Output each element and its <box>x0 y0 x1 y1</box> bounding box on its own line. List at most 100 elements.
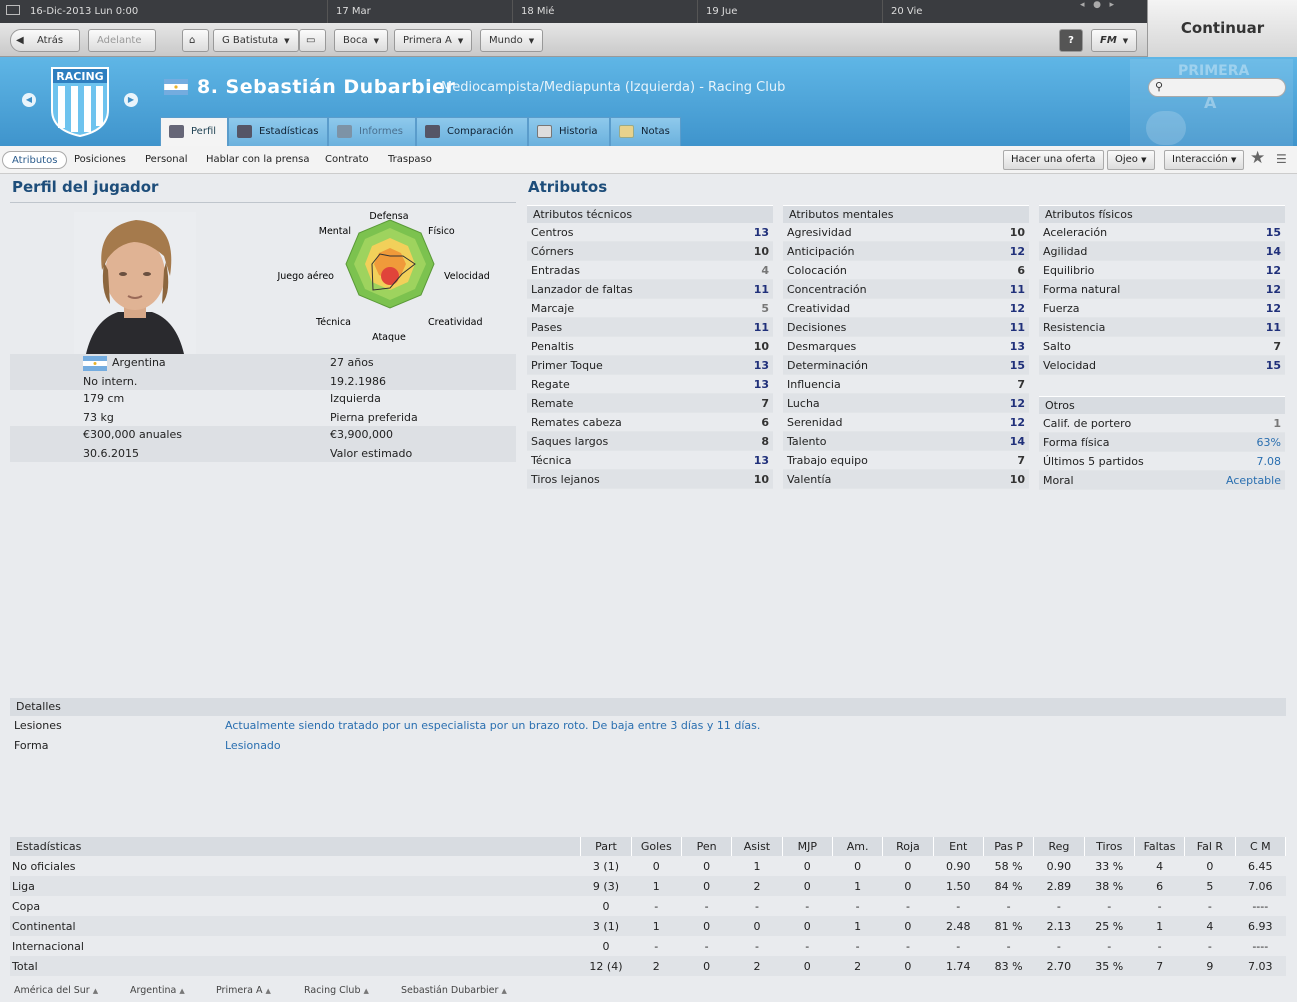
attribute-row[interactable]: Remates cabeza 6 <box>527 413 773 432</box>
stats-column-header[interactable]: C M <box>1235 837 1287 856</box>
attribute-row[interactable]: Primer Toque 13 <box>527 356 773 375</box>
date-day[interactable]: 19 Jue <box>697 0 882 23</box>
stats-column-header[interactable]: Tiros <box>1084 837 1135 856</box>
attribute-row[interactable]: Valentía 10 <box>783 470 1029 489</box>
attribute-row[interactable]: Saques largos 8 <box>527 432 773 451</box>
tab-historia[interactable]: Historia <box>528 117 610 146</box>
stats-column-header[interactable]: Am. <box>832 837 884 856</box>
next-player-button[interactable]: ▶ <box>124 93 138 107</box>
club-menu[interactable]: Boca ▼ <box>334 29 388 52</box>
inbox-button[interactable]: ▭ <box>299 29 326 52</box>
attribute-row[interactable]: Forma física 63% <box>1039 433 1285 452</box>
attribute-row[interactable]: Técnica 13 <box>527 451 773 470</box>
attribute-row[interactable]: Velocidad 15 <box>1039 356 1285 375</box>
breadcrumb-item[interactable]: Sebastián Dubarbier ▲ <box>401 985 507 996</box>
stats-column-header[interactable]: Faltas <box>1134 837 1186 856</box>
attribute-row[interactable]: Agilidad 14 <box>1039 242 1285 261</box>
attribute-row[interactable]: Marcaje 5 <box>527 299 773 318</box>
tab-estadisticas[interactable]: Estadísticas <box>228 117 328 146</box>
attribute-row[interactable]: Talento 14 <box>783 432 1029 451</box>
attribute-row[interactable]: Agresividad 10 <box>783 223 1029 242</box>
attribute-row[interactable]: Aceleración 15 <box>1039 223 1285 242</box>
subtab-posiciones[interactable]: Posiciones <box>65 151 135 169</box>
attribute-row[interactable]: Concentración 11 <box>783 280 1029 299</box>
attribute-row[interactable]: Lucha 12 <box>783 394 1029 413</box>
attribute-row[interactable]: Centros 13 <box>527 223 773 242</box>
stats-column-header[interactable]: Reg <box>1033 837 1085 856</box>
date-day[interactable]: 18 Mié <box>512 0 697 23</box>
tab-notas[interactable]: Notas <box>610 117 681 146</box>
attribute-row[interactable]: Remate 7 <box>527 394 773 413</box>
attribute-row[interactable]: Colocación 6 <box>783 261 1029 280</box>
star-icon[interactable]: ★ <box>1250 148 1265 168</box>
attribute-row[interactable]: Serenidad 12 <box>783 413 1029 432</box>
form-status[interactable]: Lesionado <box>225 736 281 756</box>
stats-column-header[interactable]: Part <box>580 837 632 856</box>
attribute-row[interactable]: Regate 13 <box>527 375 773 394</box>
attribute-row[interactable]: Fuerza 12 <box>1039 299 1285 318</box>
subtab-personal[interactable]: Personal <box>136 151 197 169</box>
breadcrumb-item[interactable]: Argentina ▲ <box>130 985 185 996</box>
stats-column-header[interactable]: Pas P <box>983 837 1035 856</box>
stats-column-header[interactable]: Goles <box>631 837 682 856</box>
attribute-row[interactable]: Últimos 5 partidos 7.08 <box>1039 452 1285 471</box>
attribute-row[interactable]: Tiros lejanos 10 <box>527 470 773 489</box>
nationality[interactable]: Argentina <box>112 356 166 369</box>
stats-column-header[interactable]: Pen <box>681 837 733 856</box>
fm-menu[interactable]: FM ▼ <box>1091 29 1138 52</box>
subtab-contrato[interactable]: Contrato <box>316 151 378 169</box>
attribute-row[interactable]: Decisiones 11 <box>783 318 1029 337</box>
attribute-row[interactable]: Trabajo equipo 7 <box>783 451 1029 470</box>
home-button[interactable]: ⌂ <box>182 29 209 52</box>
stats-column-header[interactable]: MJP <box>782 837 833 856</box>
add-to-list-icon[interactable]: ☰ <box>1276 152 1287 166</box>
stats-cell: 2.13 <box>1033 916 1085 936</box>
attribute-row[interactable]: Influencia 7 <box>783 375 1029 394</box>
breadcrumb-item[interactable]: Racing Club ▲ <box>304 985 369 996</box>
attribute-row[interactable]: Forma natural 12 <box>1039 280 1285 299</box>
help-button[interactable]: ? <box>1059 29 1083 52</box>
search-input[interactable]: ⚲ <box>1148 78 1286 97</box>
interaction-menu[interactable]: Interacción ▼ <box>1164 150 1245 170</box>
stats-column-header[interactable]: Roja <box>882 837 934 856</box>
attribute-row[interactable]: Anticipación 12 <box>783 242 1029 261</box>
attribute-row[interactable]: Determinación 15 <box>783 356 1029 375</box>
stats-column-header[interactable]: Ent <box>933 837 984 856</box>
attribute-row[interactable]: Moral Aceptable <box>1039 471 1285 490</box>
attribute-row[interactable]: Calif. de portero 1 <box>1039 414 1285 433</box>
manager-menu[interactable]: G Batistuta ▼ <box>213 29 299 52</box>
world-menu[interactable]: Mundo ▼ <box>480 29 544 52</box>
subtab-atributos[interactable]: Atributos <box>2 151 68 169</box>
date-nav[interactable]: ◂ ● ▸ <box>1080 0 1114 10</box>
subtab-traspaso[interactable]: Traspaso <box>379 151 441 169</box>
prev-player-button[interactable]: ◀ <box>22 93 36 107</box>
breadcrumb-item[interactable]: Primera A ▲ <box>216 985 271 996</box>
tab-informes[interactable]: Informes <box>328 117 416 146</box>
league-menu[interactable]: Primera A ▼ <box>394 29 473 52</box>
current-date[interactable]: 16-Dic-2013 Lun 0:00 <box>0 0 327 23</box>
scout-menu[interactable]: Ojeo ▼ <box>1107 150 1155 170</box>
continue-button[interactable]: Continuar <box>1147 0 1297 57</box>
attribute-row[interactable]: Creatividad 12 <box>783 299 1029 318</box>
injury-text[interactable]: Actualmente siendo tratado por un especi… <box>225 716 760 736</box>
forward-button[interactable]: Adelante <box>88 29 156 52</box>
attribute-row[interactable]: Entradas 4 <box>527 261 773 280</box>
caret-up-icon: ▲ <box>501 987 507 995</box>
attribute-row[interactable]: Resistencia 11 <box>1039 318 1285 337</box>
attribute-row[interactable]: Pases 11 <box>527 318 773 337</box>
attribute-row[interactable]: Lanzador de faltas 11 <box>527 280 773 299</box>
stats-column-header[interactable]: Asist <box>731 837 783 856</box>
attribute-row[interactable]: Desmarques 13 <box>783 337 1029 356</box>
stats-column-header[interactable]: Fal R <box>1184 837 1236 856</box>
breadcrumb-item[interactable]: América del Sur ▲ <box>14 985 98 996</box>
tab-comparacion[interactable]: Comparación <box>416 117 528 146</box>
attribute-row[interactable]: Salto 7 <box>1039 337 1285 356</box>
subtab-prensa[interactable]: Hablar con la prensa <box>197 151 318 169</box>
attribute-row[interactable]: Equilibrio 12 <box>1039 261 1285 280</box>
attribute-row[interactable]: Córners 10 <box>527 242 773 261</box>
date-day[interactable]: 17 Mar <box>327 0 512 23</box>
tab-perfil[interactable]: Perfil <box>160 117 228 146</box>
make-offer-button[interactable]: Hacer una oferta <box>1003 150 1104 170</box>
stats-column-header[interactable]: Estadísticas <box>10 837 582 856</box>
attribute-row[interactable]: Penaltis 10 <box>527 337 773 356</box>
